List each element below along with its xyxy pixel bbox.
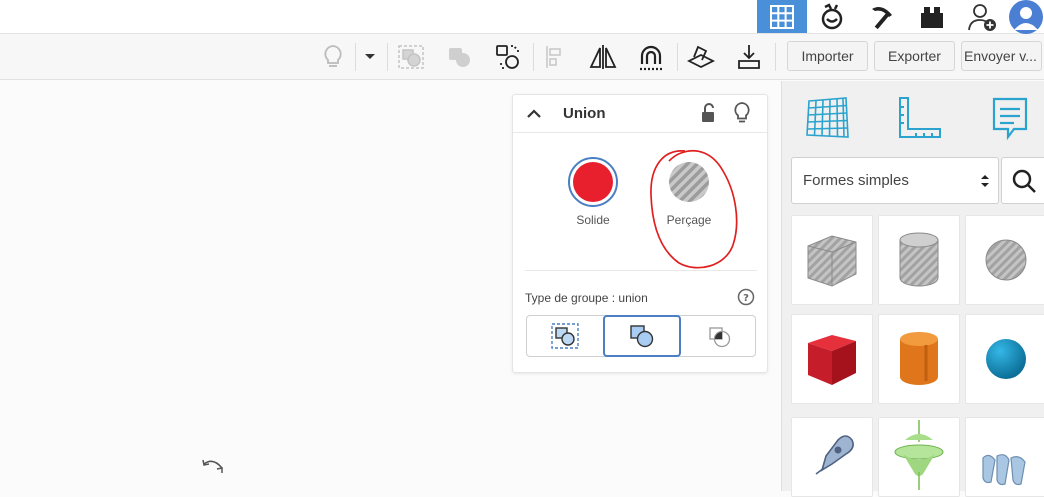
shape-category-select[interactable]: Formes simples [791,157,999,204]
app-top-bar [0,0,1044,34]
workplane-button[interactable] [684,40,718,74]
notes-icon[interactable] [986,95,1034,141]
ruler-icon[interactable] [894,95,942,141]
rotate-view-icon[interactable] [200,456,226,478]
group-outline-icon [551,323,579,349]
text-shape-icon [982,454,1026,486]
add-user-button[interactable] [957,0,1007,33]
shape-tile-sphere-blue[interactable] [965,314,1044,404]
solid-option[interactable]: Solide [563,157,623,227]
visibility-bulb-icon[interactable] [733,101,751,125]
bricks-button[interactable] [857,0,907,33]
lightbulb-icon [324,45,342,67]
magnet-icon [640,45,662,71]
avatar[interactable] [1007,0,1044,34]
mirror-icon [589,45,617,69]
collapse-chevron-icon[interactable] [523,103,545,125]
avatar-icon [1008,0,1043,34]
shape-tile-paraboloid[interactable] [878,417,960,497]
panel-header: Union [513,95,767,133]
panel-title: Union [563,105,606,122]
align-icon [546,46,561,68]
ungroup-icon [449,48,470,67]
workplane-icon [686,45,716,69]
send-to-button[interactable]: Envoyer v... [961,41,1042,71]
grid-view-button[interactable] [757,0,807,33]
solid-swatch[interactable] [568,157,618,207]
search-icon [1012,169,1036,193]
shape-tile-cylinder-orange[interactable] [878,314,960,404]
group-type-label: Type de groupe : union [525,291,648,305]
lightbulb-button[interactable] [316,40,350,74]
import-button[interactable]: Importer [787,41,868,71]
group-union-icon [630,325,654,348]
group-type-shell-button[interactable] [681,316,757,356]
edit-toolbar: Importer Exporter Envoyer v... [0,34,1044,80]
search-shapes-button[interactable] [1001,157,1044,204]
light-dropdown-button[interactable] [355,40,385,74]
scribble-shape-icon [815,435,854,475]
add-user-icon [968,3,996,31]
blocks-button[interactable] [807,0,857,33]
shape-library-panel: Formes simples [781,81,1044,497]
help-icon[interactable]: ? [737,288,755,306]
workplane-grid-icon[interactable] [804,95,852,141]
cylinder-orange-icon [900,332,938,385]
shape-tile-text[interactable] [965,417,1044,497]
sphere-hole-icon [985,239,1027,281]
group-type-selector [526,315,756,357]
group-type-union-button[interactable] [603,315,681,357]
shape-tile-box-hole[interactable] [791,215,873,305]
ungroup-button[interactable] [442,40,476,74]
shape-inspector-panel: Union Solide Perçage Type de groupe : un… [512,94,768,373]
group-icon [398,45,424,69]
duplicate-icon [496,45,519,69]
grid-view-icon [770,4,794,29]
duplicate-button[interactable] [490,40,524,74]
group-type-outline-button[interactable] [527,316,603,356]
svg-text:?: ? [743,293,749,304]
shape-tile-box-red[interactable] [791,314,873,404]
lego-brick-icon [921,6,943,28]
lego-button[interactable] [907,0,957,33]
box-hole-icon [807,235,857,287]
group-shell-icon [709,327,731,348]
pickaxe-icon [872,6,892,29]
annotation-circle [650,149,738,269]
shape-tile-cylinder-hole[interactable] [878,215,960,305]
shape-tile-scribble[interactable] [791,417,873,497]
sphere-blue-icon [986,339,1026,379]
category-value: Formes simples [803,172,909,189]
select-caret-icon [981,175,989,187]
magnet-button[interactable] [634,40,668,74]
blocks-icon [821,2,843,29]
align-button[interactable] [538,40,572,74]
shape-tile-sphere-hole[interactable] [965,215,1044,305]
drop-icon [738,45,760,69]
solid-color-icon [573,162,613,202]
box-red-icon [808,335,856,385]
unlock-icon[interactable] [699,102,719,124]
mirror-button[interactable] [586,40,620,74]
cylinder-hole-icon [899,232,939,287]
drop-button[interactable] [732,40,766,74]
solid-label: Solide [576,213,610,227]
chevron-down-icon [365,54,375,59]
group-button[interactable] [394,40,428,74]
paraboloid-shape-icon [894,420,944,490]
export-button[interactable]: Exporter [874,41,955,71]
